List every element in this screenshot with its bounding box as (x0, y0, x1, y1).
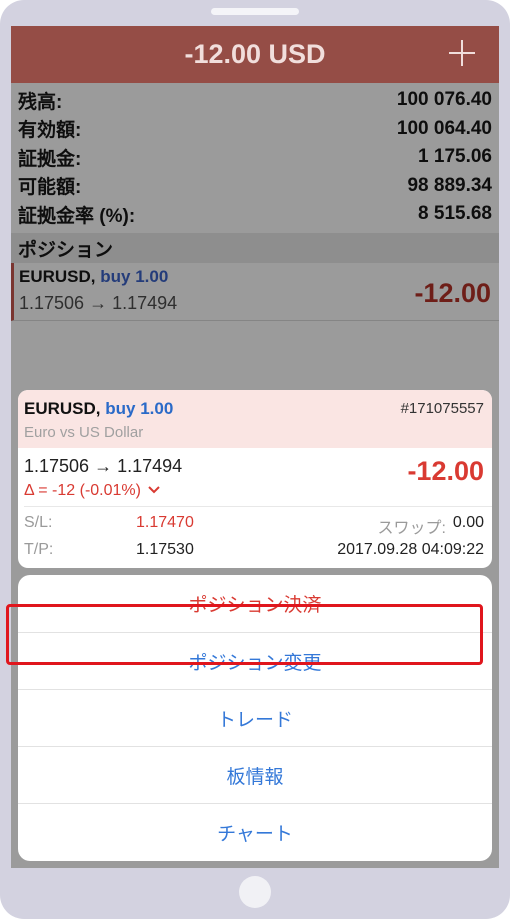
equity-row: 有効額: 100 064.40 (11, 115, 499, 144)
card-delta[interactable]: Δ = -12 (-0.01%) (24, 482, 161, 500)
free-margin-row: 可能額: 98 889.34 (11, 172, 499, 201)
equity-label: 有効額: (18, 120, 82, 142)
card-header: EURUSD, buy 1.00 Euro vs US Dollar #1710… (18, 390, 492, 448)
sl-value: 1.17470 (136, 514, 194, 531)
tp-label: T/P: (24, 541, 54, 558)
card-symbol-name: EURUSD, (24, 399, 101, 418)
balance-row: 残高: 100 076.40 (11, 86, 499, 115)
card-prices: 1.17506 → 1.17494 (24, 456, 183, 476)
highlight-frame (6, 604, 483, 665)
position-symbol: EURUSD, buy 1.00 (19, 267, 168, 287)
header-title: -12.00 USD (184, 39, 326, 69)
position-profit: -12.00 (414, 278, 491, 308)
swap-value: 0.00 (452, 514, 484, 531)
screen: -12.00 USD 残高: 100 076.40 有効額: 100 064.4… (11, 26, 499, 868)
position-symbol-name: EURUSD, (19, 267, 96, 286)
positions-section-header: ポジション (11, 233, 499, 263)
card-delta-text: Δ = -12 (-0.01%) (24, 482, 141, 499)
position-side: buy 1.00 (100, 267, 169, 286)
open-time: 2017.09.28 04:09:22 (337, 541, 484, 558)
position-prices: 1.17506 → 1.17494 (19, 293, 178, 313)
free-margin-label: 可能額: (18, 177, 82, 199)
card-symbol: EURUSD, buy 1.00 (24, 399, 173, 419)
trade-header: -12.00 USD (11, 26, 499, 83)
margin-label: 証拠金: (18, 148, 82, 170)
card-divider (24, 506, 492, 507)
margin-level-label: 証拠金率 (%): (18, 205, 136, 227)
margin-level-value: 8 515.68 (418, 203, 492, 225)
margin-level-row: 証拠金率 (%): 8 515.68 (11, 200, 499, 229)
account-summary: 残高: 100 076.40 有効額: 100 064.40 証拠金: 1 17… (11, 86, 499, 229)
card-side: buy 1.00 (105, 399, 174, 418)
card-ticket: #171075557 (400, 400, 484, 417)
depth-of-market-button[interactable]: 板情報 (18, 746, 492, 803)
speaker-grille (211, 8, 299, 15)
sl-label: S/L: (24, 514, 53, 531)
home-button[interactable] (239, 876, 271, 908)
trade-button[interactable]: トレード (18, 689, 492, 746)
phone-frame: -12.00 USD 残高: 100 076.40 有効額: 100 064.4… (0, 0, 510, 919)
plus-icon[interactable] (449, 40, 475, 66)
card-profit: -12.00 (407, 456, 484, 486)
free-margin-value: 98 889.34 (407, 174, 492, 196)
position-detail-card: EURUSD, buy 1.00 Euro vs US Dollar #1710… (18, 390, 492, 568)
equity-value: 100 064.40 (396, 117, 492, 139)
margin-value: 1 175.06 (418, 146, 492, 168)
chevron-down-icon (148, 486, 161, 494)
margin-row: 証拠金: 1 175.06 (11, 143, 499, 172)
position-row[interactable]: EURUSD, buy 1.00 1.17506 → 1.17494 -12.0… (11, 263, 499, 321)
chart-button[interactable]: チャート (18, 803, 492, 860)
swap-label: スワップ: (377, 520, 446, 537)
balance-value: 100 076.40 (396, 89, 492, 111)
balance-label: 残高: (18, 91, 63, 113)
tp-value: 1.17530 (136, 541, 194, 558)
card-description: Euro vs US Dollar (24, 424, 144, 441)
